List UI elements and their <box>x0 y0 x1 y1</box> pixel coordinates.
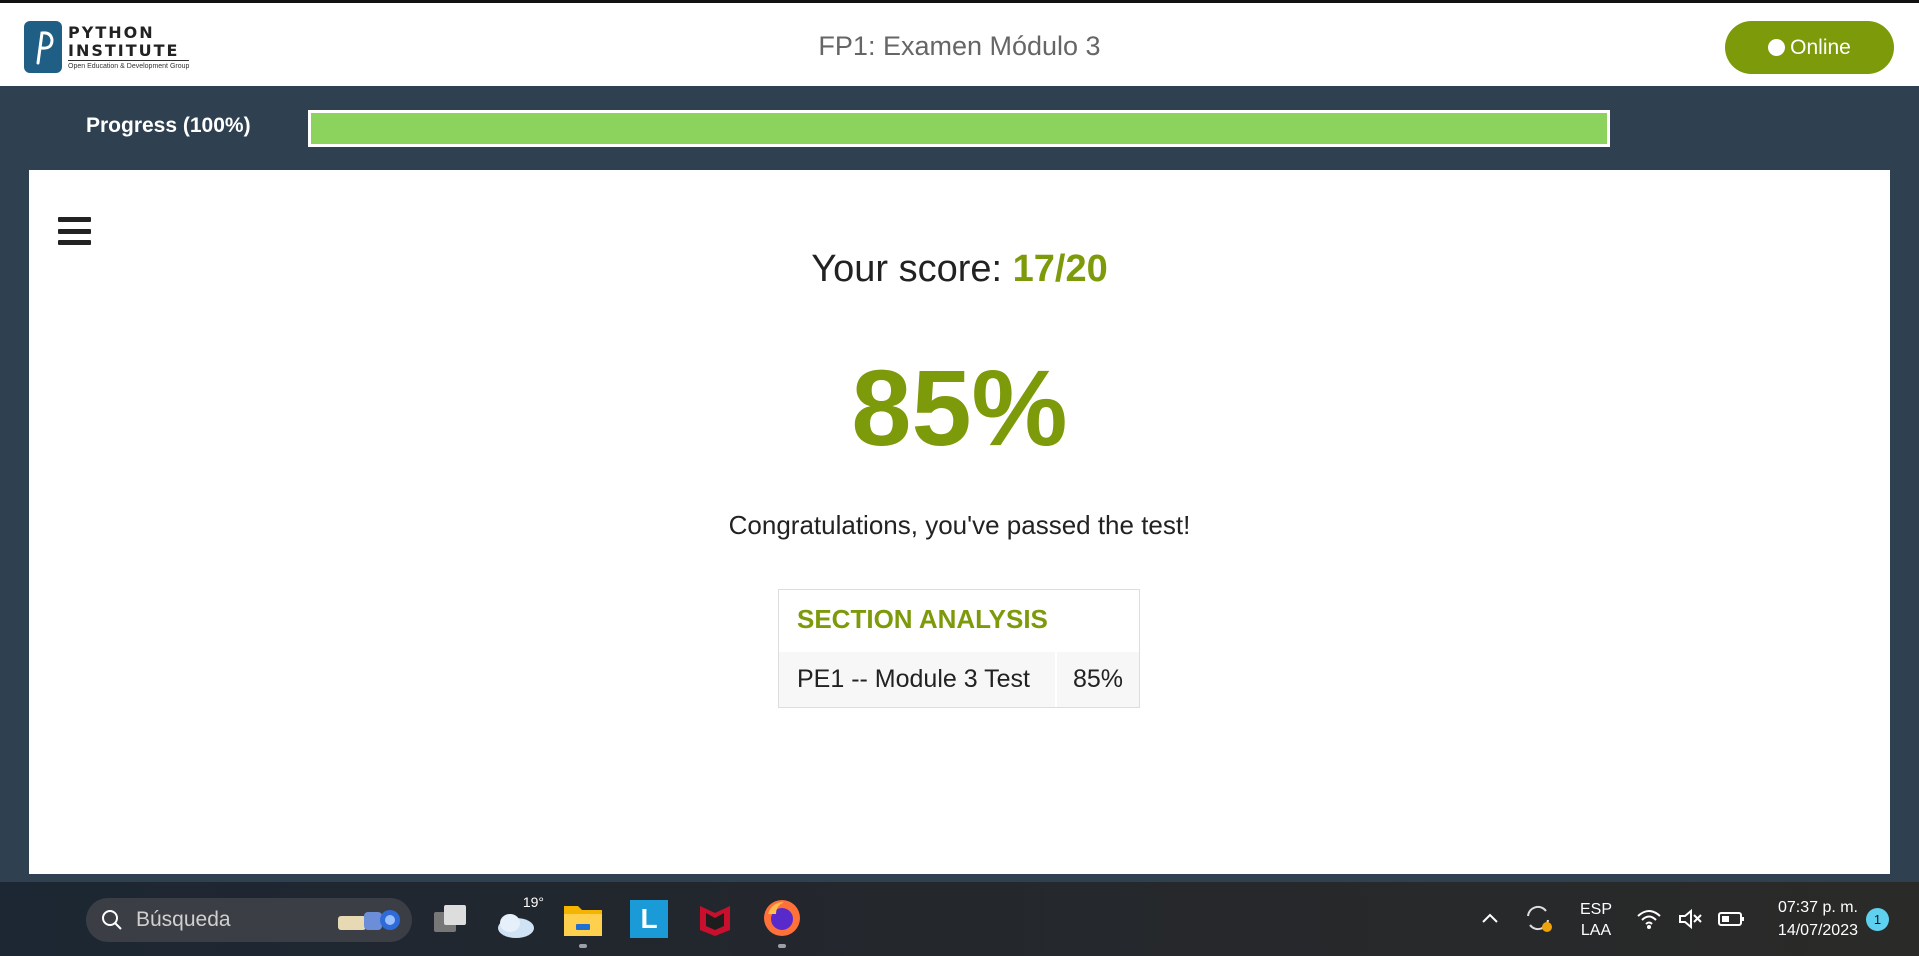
table-row: PE1 -- Module 3 Test 85% <box>779 652 1139 707</box>
progress-bar <box>308 110 1610 147</box>
score-line: Your score: 17/20 <box>29 248 1890 291</box>
language-code: ESP <box>1579 901 1612 918</box>
score-percentage: 85% <box>851 347 1068 468</box>
status-dot-icon <box>1768 39 1786 56</box>
firefox-active-indicator <box>778 944 786 948</box>
section-analysis-table: SECTION ANALYSIS PE1 -- Module 3 Test 85… <box>778 589 1140 708</box>
score-value: 17/20 <box>1012 248 1108 290</box>
search-icon <box>102 910 122 930</box>
logo-tagline: Open Education & Development Group <box>68 63 190 70</box>
progress-label: Progress (100%) <box>86 114 251 137</box>
firefox-icon[interactable] <box>762 898 802 938</box>
section-analysis-title: SECTION ANALYSIS <box>797 604 1048 634</box>
search-placeholder: Búsqueda <box>136 908 231 931</box>
clock[interactable]: 07:37 p. m. 14/07/2023 <box>1758 896 1858 942</box>
mcafee-icon[interactable] <box>696 900 734 938</box>
progress-bar-fill <box>311 113 1607 144</box>
hamburger-menu-icon[interactable] <box>58 217 91 245</box>
weather-temperature: 19° <box>522 894 544 910</box>
online-status-button[interactable]: Online <box>1725 21 1894 74</box>
taskbar-search-box[interactable]: Búsqueda <box>86 898 412 942</box>
battery-icon[interactable] <box>1718 910 1746 928</box>
wifi-icon[interactable] <box>1636 908 1662 930</box>
l-app-icon[interactable]: L <box>630 900 668 938</box>
keyboard-layout: LAA <box>1580 922 1612 939</box>
sync-icon[interactable] <box>1522 902 1554 934</box>
results-card: Your score: 17/20 85% Congratulations, y… <box>29 170 1890 874</box>
language-indicator[interactable]: ESP LAA <box>1574 898 1618 942</box>
clock-date: 14/07/2023 <box>1777 922 1858 939</box>
file-explorer-icon[interactable] <box>562 900 604 938</box>
chevron-up-icon[interactable] <box>1478 906 1502 930</box>
search-highlight-illustration-icon <box>338 910 400 930</box>
speaker-muted-icon[interactable] <box>1677 908 1703 930</box>
weather-widget[interactable]: 19° <box>494 894 544 942</box>
section-name: PE1 -- Module 3 Test <box>779 652 1055 707</box>
page-title: FP1: Examen Módulo 3 <box>818 31 1101 61</box>
top-header: PYTHON INSTITUTE Open Education & Develo… <box>0 0 1919 86</box>
explorer-active-indicator <box>579 944 587 948</box>
clock-time: 07:37 p. m. <box>1777 899 1858 916</box>
windows-start-icon[interactable] <box>29 902 65 938</box>
task-view-icon[interactable] <box>432 902 470 936</box>
system-tray-icons[interactable] <box>1636 904 1746 934</box>
score-label: Your score: <box>811 248 1013 290</box>
notification-badge[interactable]: 1 <box>1866 908 1889 931</box>
online-status-label: Online <box>1790 35 1851 59</box>
windows-taskbar: Búsqueda 19° L ESP LAA 07:37 p. m. 14/07… <box>0 882 1919 956</box>
section-score: 85% <box>1057 652 1139 707</box>
weather-icon <box>498 914 534 938</box>
result-message: Congratulations, you've passed the test! <box>728 510 1191 540</box>
